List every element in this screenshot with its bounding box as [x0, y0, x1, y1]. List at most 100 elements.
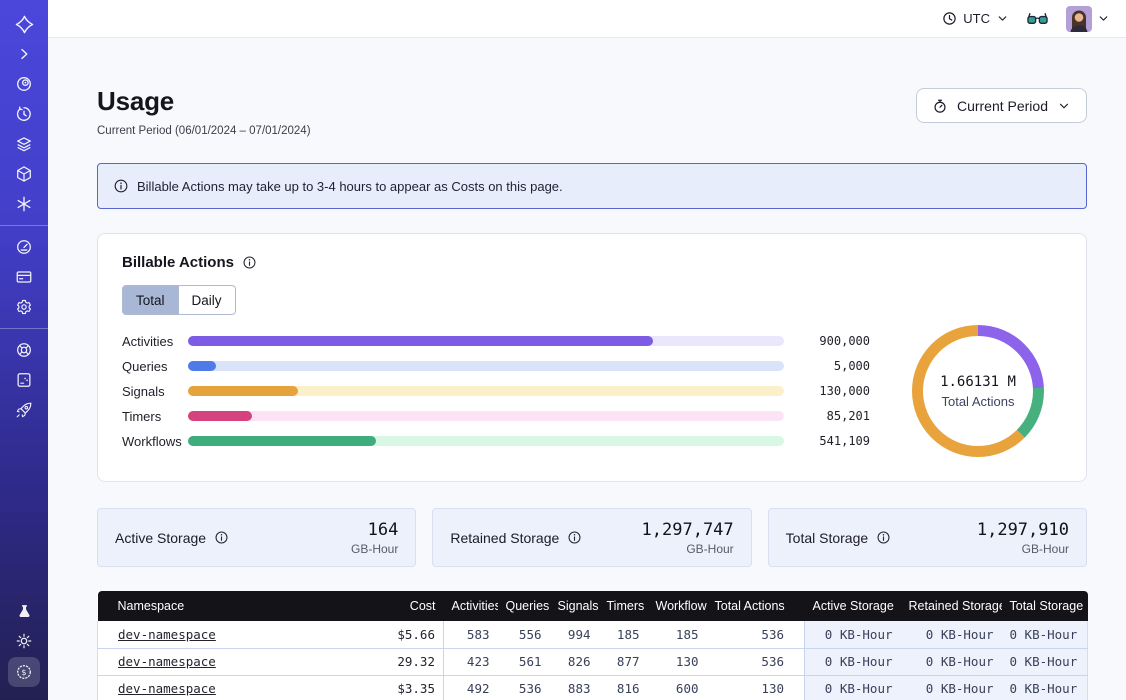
sidebar-item-usage-gauge[interactable] [0, 232, 48, 262]
bar-track [188, 361, 784, 371]
column-header: Total Storage [1002, 591, 1088, 621]
bar-track [188, 386, 784, 396]
info-icon[interactable] [567, 530, 582, 545]
signals-cell: 826 [550, 648, 599, 675]
info-icon[interactable] [242, 255, 257, 270]
namespace-link[interactable]: dev-namespace [118, 681, 216, 696]
active-nav-highlight: $ [8, 657, 40, 687]
chevron-down-icon [1097, 12, 1110, 25]
sun-icon [15, 632, 33, 650]
sidebar-item-nexus[interactable] [0, 189, 48, 219]
sidebar-item-deployments[interactable] [0, 159, 48, 189]
total-storage-cell: 0 KB-Hour [1002, 621, 1088, 648]
bar-label: Timers [122, 409, 184, 424]
workflows-cell: 130 [648, 648, 707, 675]
donut-total-label: Total Actions [940, 394, 1016, 409]
timers-cell: 877 [599, 648, 648, 675]
sidebar-item-support[interactable] [0, 335, 48, 365]
credit-card-icon [15, 268, 33, 286]
chevron-down-icon [996, 12, 1009, 25]
user-menu[interactable] [1066, 6, 1110, 32]
retained-storage-cell: 0 KB-Hour [901, 648, 1002, 675]
page-title: Usage [97, 86, 311, 117]
namespace-link[interactable]: dev-namespace [118, 627, 216, 642]
sidebar-item-schedules[interactable] [0, 99, 48, 129]
column-header: Workflows [648, 591, 707, 621]
chart-row-signals: Signals 130,000 [122, 379, 870, 404]
sidebar-item-namespaces[interactable] [0, 69, 48, 99]
storage-card-label: Active Storage [115, 530, 206, 546]
chevron-right-icon [16, 46, 32, 62]
total-storage-cell: 0 KB-Hour [1002, 648, 1088, 675]
sidebar-item-docs[interactable] [0, 365, 48, 395]
total-actions-donut-wrap: 1.66131 M Total Actions [894, 325, 1062, 457]
column-header: Namespace [98, 591, 366, 621]
chart-row-workflows: Workflows 541,109 [122, 429, 870, 454]
chart-row-queries: Queries 5,000 [122, 354, 870, 379]
column-header: Queries [498, 591, 550, 621]
table-row: dev-namespace $5.66 583 556 994 185 185 … [98, 621, 1088, 648]
bar-value: 541,109 [796, 434, 870, 448]
lifebuoy-icon [15, 341, 33, 359]
sidebar-expand-button[interactable] [0, 39, 48, 69]
total-actions-cell: 536 [707, 648, 805, 675]
storage-card-value: 164 [351, 520, 398, 540]
target-icon [15, 75, 33, 93]
dev-mode-toggle[interactable] [1027, 11, 1048, 26]
bar-label: Workflows [122, 434, 184, 449]
sidebar-item-usage-active[interactable]: $ [0, 656, 48, 688]
sidebar-item-stack[interactable] [0, 129, 48, 159]
sidebar-item-theme[interactable] [0, 626, 48, 656]
column-header: Signals [550, 591, 599, 621]
sidebar-divider [0, 225, 48, 226]
current-period-subtitle: Current Period (06/01/2024 – 07/01/2024) [97, 125, 311, 137]
bar-track [188, 411, 784, 421]
asterisk-icon [15, 195, 33, 213]
active-storage-cell: 0 KB-Hour [805, 621, 901, 648]
activities-cell: 492 [444, 675, 498, 700]
total-storage-cell: 0 KB-Hour [1002, 675, 1088, 700]
timers-cell: 185 [599, 621, 648, 648]
table-header-row: Namespace Cost Activities Queries Signal… [98, 591, 1088, 621]
storage-card-value: 1,297,747 [642, 520, 734, 540]
column-header: Retained Storage [901, 591, 1002, 621]
storage-card-label: Total Storage [786, 530, 869, 546]
storage-card-unit: GB-Hour [977, 542, 1069, 556]
flask-icon [16, 603, 33, 620]
layers-icon [15, 135, 33, 153]
bar-fill [188, 336, 653, 346]
sidebar-item-getting-started[interactable] [0, 395, 48, 425]
sidebar-item-settings[interactable] [0, 292, 48, 322]
column-header: Cost [366, 591, 444, 621]
queries-cell: 561 [498, 648, 550, 675]
period-selector-button[interactable]: Current Period [916, 88, 1087, 123]
bar-fill [188, 411, 252, 421]
info-icon[interactable] [876, 530, 891, 545]
chart-view-tabs: Total Daily [122, 285, 236, 315]
page-content: Usage Current Period (06/01/2024 – 07/01… [48, 38, 1126, 700]
sidebar-item-labs[interactable] [0, 596, 48, 626]
namespace-link[interactable]: dev-namespace [118, 654, 216, 669]
timezone-label: UTC [963, 11, 990, 26]
sidebar-item-billing[interactable] [0, 262, 48, 292]
topbar: UTC [48, 0, 1126, 38]
storage-card-unit: GB-Hour [642, 542, 734, 556]
sidebar-divider [0, 328, 48, 329]
tab-daily[interactable]: Daily [179, 285, 236, 315]
bar-fill [188, 436, 376, 446]
info-icon[interactable] [214, 530, 229, 545]
tab-total[interactable]: Total [122, 285, 179, 315]
storage-card-value: 1,297,910 [977, 520, 1069, 540]
column-header: Active Storage [805, 591, 901, 621]
workflows-cell: 185 [648, 621, 707, 648]
timezone-selector[interactable]: UTC [942, 11, 1009, 26]
billable-actions-card: Billable Actions Total Daily Activities … [97, 233, 1087, 482]
table-row: dev-namespace 29.32 423 561 826 877 130 … [98, 648, 1088, 675]
bar-track [188, 336, 784, 346]
donut-total-value: 1.66131 M [940, 374, 1016, 390]
signals-cell: 994 [550, 621, 599, 648]
retained-storage-cell: 0 KB-Hour [901, 675, 1002, 700]
bar-value: 900,000 [796, 334, 870, 348]
sidebar-item-home[interactable] [0, 9, 48, 39]
storage-card-label: Retained Storage [450, 530, 559, 546]
